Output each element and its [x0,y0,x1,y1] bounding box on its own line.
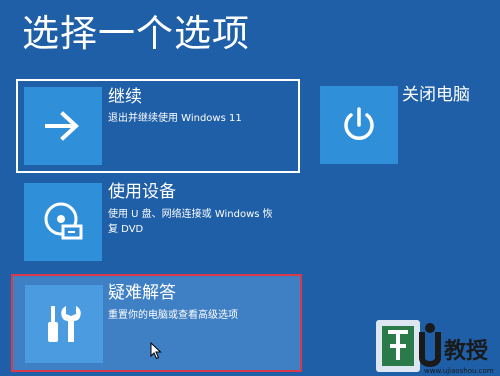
troubleshoot-title: 疑难解答 [108,283,176,303]
use-device-title: 使用设备 [108,182,176,202]
page-title: 选择一个选项 [22,12,250,55]
continue-tile [24,87,102,165]
continue-option[interactable]: 继续 退出并继续使用 Windows 11 [16,79,300,173]
troubleshoot-tile [25,285,103,363]
arrow-right-icon [45,111,79,141]
troubleshoot-description: 重置你的电脑或查看高级选项 [108,310,238,321]
shutdown-title: 关闭电脑 [402,85,470,105]
power-icon [344,107,374,140]
mouse-cursor-icon [150,342,162,360]
recovery-screen: 选择一个选项 继续 退出并继续使用 Windows 11 使用设备 使用 U 盘… [0,0,500,376]
svg-text:www.ujiaoshou.com: www.ujiaoshou.com [424,367,494,375]
continue-title: 继续 [108,87,142,107]
continue-description: 退出并继续使用 Windows 11 [108,113,242,124]
svg-text:教授: 教授 [444,338,489,364]
shutdown-option[interactable]: 关闭电脑 [316,85,500,170]
tools-icon [48,306,81,342]
disc-drive-icon [44,202,83,240]
watermark-logo: 教授 www.ujiaoshou.com [376,320,494,375]
use-device-option[interactable]: 使用设备 使用 U 盘、网络连接或 Windows 恢复 DVD [16,178,300,272]
shutdown-tile [320,86,398,164]
use-device-tile [24,183,102,261]
use-device-description: 使用 U 盘、网络连接或 Windows 恢复 DVD [108,209,273,235]
